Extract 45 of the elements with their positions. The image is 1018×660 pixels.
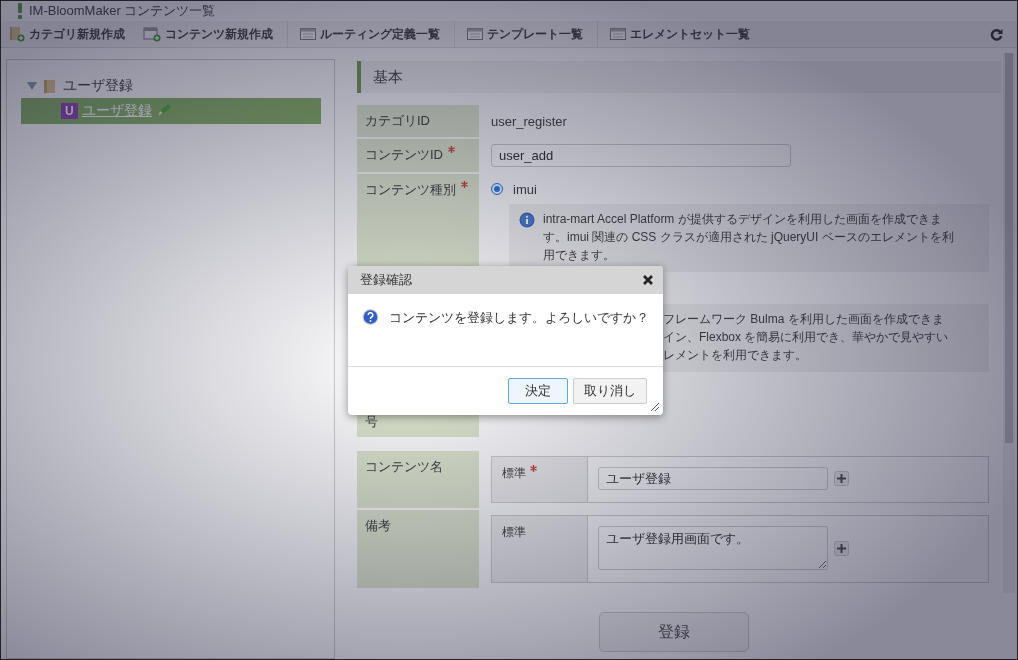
locale-label: 標準 — [502, 465, 526, 482]
field-label: 号 — [365, 413, 378, 431]
add-icon[interactable] — [834, 540, 849, 556]
toolbar-button[interactable]: エレメントセット一覧 — [606, 22, 764, 46]
window-plus-icon — [143, 26, 161, 42]
toolbar-button[interactable]: コンテンツ新規作成 — [139, 22, 287, 46]
dialog-message: コンテンツを登録します。よろしいですか？ — [389, 309, 649, 327]
resize-grip-icon[interactable] — [649, 401, 660, 412]
dialog-button[interactable]: 取り消し — [573, 378, 647, 404]
list-window-icon — [300, 27, 316, 41]
list-window-icon — [467, 27, 483, 41]
input-field[interactable]: user_add — [491, 144, 791, 167]
tree-item[interactable]: ユーザ登録 — [63, 77, 133, 95]
locale-label: 標準 — [502, 524, 526, 541]
list-window-icon — [610, 27, 626, 41]
section-title: 基本 — [373, 67, 403, 87]
refresh-icon[interactable] — [990, 27, 1003, 41]
info-text: フレームワーク Bulma を利用した画面を作成できま — [663, 311, 944, 328]
input-field[interactable]: ユーザ登録 — [598, 467, 828, 490]
field-label: コンテンツID — [365, 146, 443, 164]
toolbar-button[interactable]: テンプレート一覧 — [463, 22, 597, 46]
dialog-button[interactable]: 決定 — [508, 378, 568, 404]
radio-button[interactable] — [491, 183, 503, 195]
radio-label: imui — [513, 181, 537, 197]
info-icon — [519, 212, 535, 228]
field-label: カテゴリID — [357, 105, 479, 137]
dialog-title: 登録確認 — [360, 271, 412, 289]
field-label: コンテンツ種別 — [365, 181, 456, 199]
close-icon[interactable] — [643, 275, 653, 285]
info-text: レメントを利用できます。 — [663, 347, 807, 364]
exclamation-icon — [17, 3, 23, 19]
add-icon[interactable] — [834, 471, 849, 486]
toolbar-button[interactable]: ルーティング定義一覧 — [296, 22, 454, 46]
field-value: user_register — [491, 113, 568, 129]
content-badge: U — [61, 103, 78, 119]
book-plus-icon — [9, 26, 25, 42]
info-text: イン、Flexbox を簡易に利用でき、華やかで見やすい — [663, 329, 949, 346]
scrollbar[interactable] — [1003, 53, 1015, 593]
field-label: コンテンツ名 — [365, 458, 443, 476]
text-area[interactable]: ユーザ登録用画面です。 — [598, 526, 828, 570]
toolbar-button[interactable]: カテゴリ新規作成 — [5, 22, 139, 46]
field-label: 備考 — [365, 517, 391, 535]
submit-button[interactable]: 登録 — [599, 612, 749, 652]
info-text: intra-mart Accel Platform が提供するデザインを利用した画面を作成できます。imui 関連の CSS クラスが適用された jQueryUI ベースのエレメントを利用できます。 — [543, 211, 955, 264]
book-icon — [43, 78, 57, 94]
